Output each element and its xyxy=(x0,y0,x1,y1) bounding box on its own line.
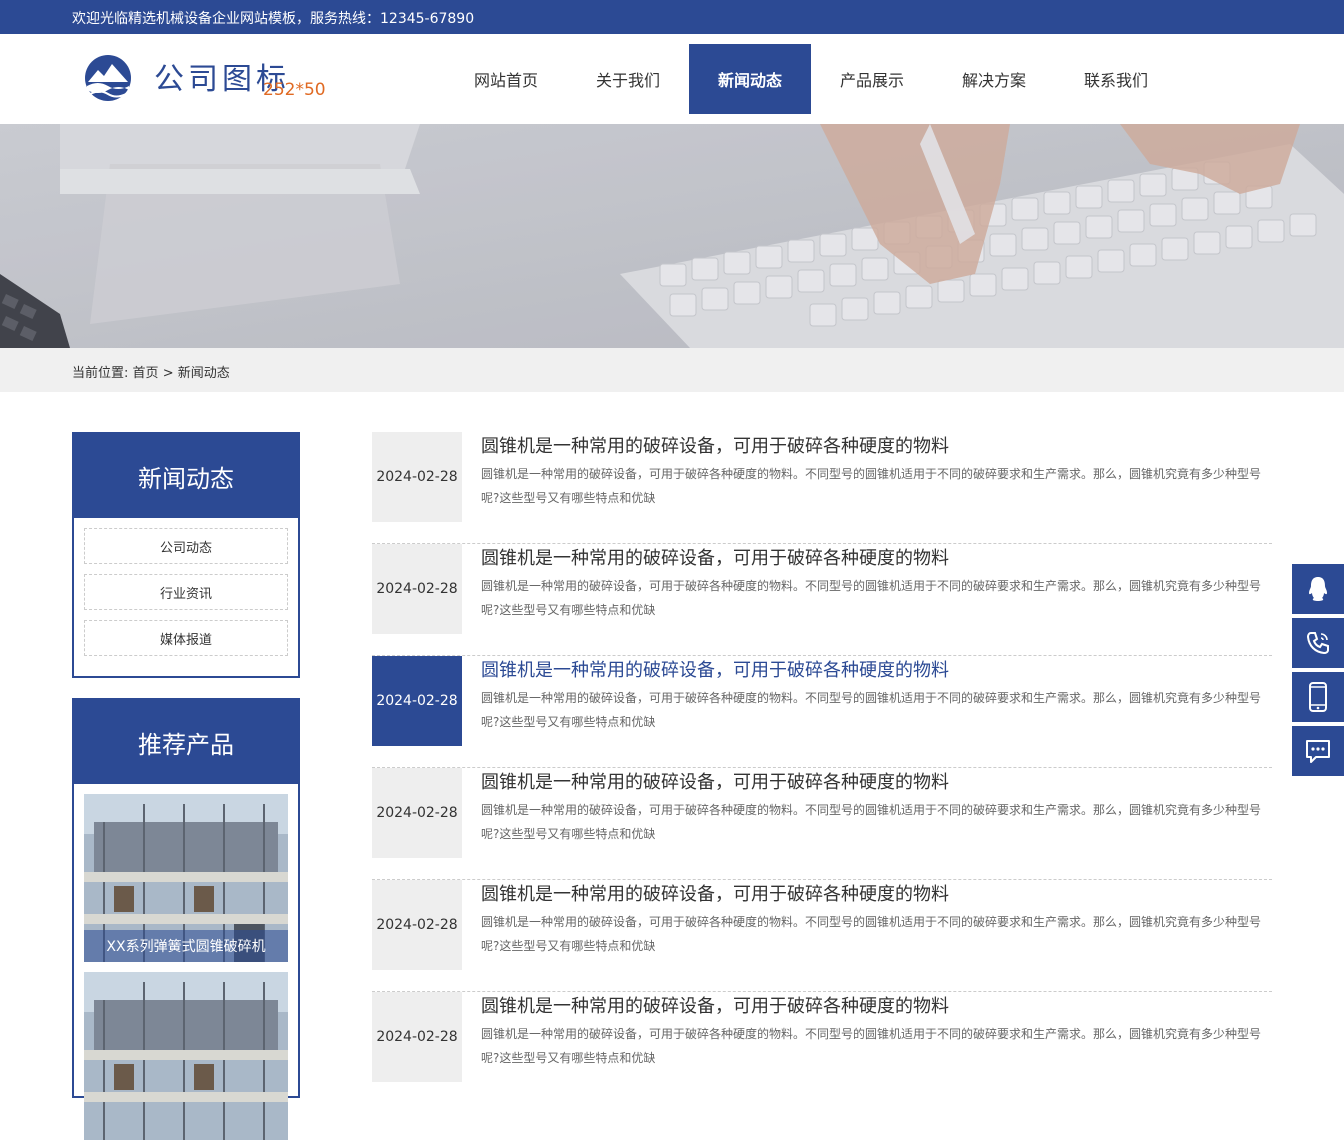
news-summary: 圆锥机是一种常用的破碎设备，可用于破碎各种硬度的物料。不同型号的圆锥机适用于不同… xyxy=(481,915,1262,953)
news-date: 2024-02-28 xyxy=(372,432,462,522)
qq-button[interactable] xyxy=(1292,564,1344,614)
news-item[interactable]: 2024-02-28 圆锥机是一种常用的破碎设备，可用于破碎各种硬度的物料 圆锥… xyxy=(372,768,1272,880)
logo-size-note: 252*50 xyxy=(263,80,326,100)
news-date: 2024-02-28 xyxy=(372,544,462,634)
product-card[interactable] xyxy=(84,972,288,1140)
mobile-button[interactable] xyxy=(1292,672,1344,722)
top-bar: 欢迎光临精选机械设备企业网站模板，服务热线：12345-67890 xyxy=(0,0,1344,34)
chat-icon xyxy=(1306,740,1330,763)
news-item-hovered[interactable]: 2024-02-28 圆锥机是一种常用的破碎设备，可用于破碎各种硬度的物料 圆锥… xyxy=(372,656,1272,768)
news-category-title: 新闻动态 xyxy=(74,434,298,518)
chat-button[interactable] xyxy=(1292,726,1344,776)
logo[interactable]: 公司图标 252*50 xyxy=(84,50,326,110)
mobile-icon xyxy=(1309,682,1327,712)
breadcrumb-bar: 当前位置: 首页 > 新闻动态 xyxy=(0,348,1344,392)
breadcrumb-prefix: 当前位置: xyxy=(72,366,129,381)
header: 公司图标 252*50 网站首页 关于我们 新闻动态 产品展示 解决方案 联系我… xyxy=(0,34,1344,124)
phone-icon xyxy=(1306,632,1329,655)
news-summary: 圆锥机是一种常用的破碎设备，可用于破碎各种硬度的物料。不同型号的圆锥机适用于不同… xyxy=(481,467,1262,505)
logo-mark-icon xyxy=(85,55,131,101)
news-summary: 圆锥机是一种常用的破碎设备，可用于破碎各种硬度的物料。不同型号的圆锥机适用于不同… xyxy=(481,1027,1262,1065)
product-image xyxy=(84,972,288,1140)
news-item[interactable]: 2024-02-28 圆锥机是一种常用的破碎设备，可用于破碎各种硬度的物料 圆锥… xyxy=(372,992,1272,1082)
recommended-products-title: 推荐产品 xyxy=(74,700,298,784)
product-caption: XX系列弹簧式圆锥破碎机 xyxy=(84,930,288,962)
news-title[interactable]: 圆锥机是一种常用的破碎设备，可用于破碎各种硬度的物料 xyxy=(481,992,949,1018)
news-item[interactable]: 2024-02-28 圆锥机是一种常用的破碎设备，可用于破碎各种硬度的物料 圆锥… xyxy=(372,544,1272,656)
phone-button[interactable] xyxy=(1292,618,1344,668)
nav-item-about[interactable]: 关于我们 xyxy=(567,44,689,114)
news-title[interactable]: 圆锥机是一种常用的破碎设备，可用于破碎各种硬度的物料 xyxy=(481,656,949,682)
news-title[interactable]: 圆锥机是一种常用的破碎设备，可用于破碎各种硬度的物料 xyxy=(481,432,949,458)
news-title[interactable]: 圆锥机是一种常用的破碎设备，可用于破碎各种硬度的物料 xyxy=(481,880,949,906)
news-date: 2024-02-28 xyxy=(372,768,462,858)
recommended-products-box: 推荐产品 XX系列弹簧式圆锥破碎机 xyxy=(72,698,300,1140)
news-title[interactable]: 圆锥机是一种常用的破碎设备，可用于破碎各种硬度的物料 xyxy=(481,544,949,570)
news-title[interactable]: 圆锥机是一种常用的破碎设备，可用于破碎各种硬度的物料 xyxy=(481,768,949,794)
breadcrumb: 当前位置: 首页 > 新闻动态 xyxy=(72,362,230,381)
news-item[interactable]: 2024-02-28 圆锥机是一种常用的破碎设备，可用于破碎各种硬度的物料 圆锥… xyxy=(372,880,1272,992)
main-nav: 网站首页 关于我们 新闻动态 产品展示 解决方案 联系我们 xyxy=(445,44,1177,114)
news-summary: 圆锥机是一种常用的破碎设备，可用于破碎各种硬度的物料。不同型号的圆锥机适用于不同… xyxy=(481,579,1262,617)
category-industry-news[interactable]: 行业资讯 xyxy=(84,574,288,610)
nav-item-products[interactable]: 产品展示 xyxy=(811,44,933,114)
welcome-text: 欢迎光临精选机械设备企业网站模板，服务热线：12345-67890 xyxy=(72,11,475,27)
banner-keyboard-illustration xyxy=(0,124,1344,348)
nav-item-home[interactable]: 网站首页 xyxy=(445,44,567,114)
nav-item-contact[interactable]: 联系我们 xyxy=(1055,44,1177,114)
news-summary: 圆锥机是一种常用的破碎设备，可用于破碎各种硬度的物料。不同型号的圆锥机适用于不同… xyxy=(481,691,1262,729)
news-item[interactable]: 2024-02-28 圆锥机是一种常用的破碎设备，可用于破碎各种硬度的物料 圆锥… xyxy=(372,432,1272,544)
news-date: 2024-02-28 xyxy=(372,656,462,746)
breadcrumb-home-link[interactable]: 首页 xyxy=(133,366,159,381)
news-date: 2024-02-28 xyxy=(372,880,462,970)
nav-item-news[interactable]: 新闻动态 xyxy=(689,44,811,114)
category-company-news[interactable]: 公司动态 xyxy=(84,528,288,564)
category-media-reports[interactable]: 媒体报道 xyxy=(84,620,288,656)
breadcrumb-separator: > xyxy=(162,366,174,381)
news-date: 2024-02-28 xyxy=(372,992,462,1082)
news-category-box: 新闻动态 公司动态 行业资讯 媒体报道 xyxy=(72,432,300,678)
banner-image xyxy=(0,124,1344,348)
nav-item-solutions[interactable]: 解决方案 xyxy=(933,44,1055,114)
news-summary: 圆锥机是一种常用的破碎设备，可用于破碎各种硬度的物料。不同型号的圆锥机适用于不同… xyxy=(481,803,1262,841)
qq-icon xyxy=(1309,577,1327,601)
product-card[interactable]: XX系列弹簧式圆锥破碎机 xyxy=(84,794,288,962)
breadcrumb-current: 新闻动态 xyxy=(177,366,230,381)
